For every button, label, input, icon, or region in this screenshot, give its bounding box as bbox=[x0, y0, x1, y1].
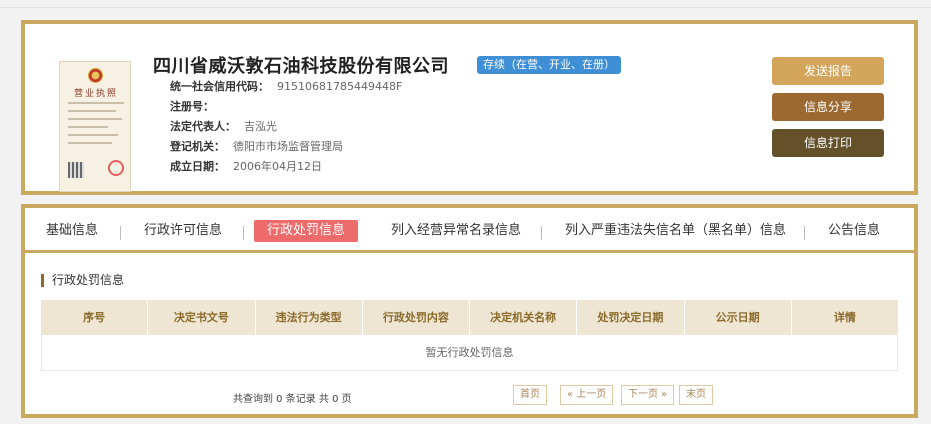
business-license-image[interactable]: 营业执照 bbox=[59, 61, 131, 192]
details-panel: 基础信息 行政许可信息 行政处罚信息 列入经营异常名录信息 列入严重违法失信名单… bbox=[21, 204, 918, 418]
company-name: 四川省威沃敦石油科技股份有限公司 bbox=[153, 56, 449, 77]
tab-admin-license[interactable]: 行政许可信息 bbox=[144, 220, 222, 242]
tab-blacklist[interactable]: 列入严重违法失信名单（黑名单）信息 bbox=[565, 220, 786, 242]
founded-date-value: 2006年04月12日 bbox=[233, 160, 322, 173]
tab-announcements[interactable]: 公告信息 bbox=[828, 220, 880, 242]
authority-value: 德阳市市场监督管理局 bbox=[233, 140, 343, 153]
license-text-line bbox=[68, 110, 116, 112]
column-header: 处罚决定日期 bbox=[577, 300, 685, 335]
authority-label: 登记机关： bbox=[170, 140, 225, 153]
share-info-button[interactable]: 信息分享 bbox=[772, 93, 884, 121]
reg-number-row: 注册号： bbox=[170, 99, 222, 115]
top-divider bbox=[0, 7, 931, 8]
next-page-button[interactable]: 下一页 » bbox=[621, 385, 675, 405]
license-text-line bbox=[68, 142, 112, 144]
tab-bar: 基础信息 行政许可信息 行政处罚信息 列入经营异常名录信息 列入严重违法失信名单… bbox=[25, 208, 914, 253]
last-page-button[interactable]: 末页 bbox=[679, 385, 713, 405]
founded-date-label: 成立日期： bbox=[170, 160, 225, 173]
column-header: 行政处罚内容 bbox=[363, 300, 470, 335]
license-text-line bbox=[68, 126, 108, 128]
column-header: 决定书文号 bbox=[148, 300, 256, 335]
send-report-button[interactable]: 发送报告 bbox=[772, 57, 884, 85]
table-header: 序号 决定书文号 违法行为类型 行政处罚内容 决定机关名称 处罚决定日期 公示日… bbox=[41, 300, 898, 335]
column-header: 详情 bbox=[833, 311, 856, 324]
national-emblem-icon bbox=[88, 68, 103, 83]
legal-rep-label: 法定代表人： bbox=[170, 120, 236, 133]
tab-separator bbox=[120, 226, 121, 240]
column-header: 序号 bbox=[41, 300, 149, 335]
license-text-line bbox=[68, 102, 124, 104]
column-header: 违法行为类型 bbox=[256, 300, 363, 335]
license-text-line bbox=[68, 118, 122, 120]
tab-separator bbox=[541, 226, 542, 240]
legal-rep-row: 法定代表人： 吉泓光 bbox=[170, 119, 277, 135]
authority-row: 登记机关： 德阳市市场监督管理局 bbox=[170, 139, 343, 155]
pagination-summary: 共查询到 0 条记录 共 0 页 bbox=[233, 394, 352, 405]
penalty-table: 序号 决定书文号 违法行为类型 行政处罚内容 决定机关名称 处罚决定日期 公示日… bbox=[41, 300, 898, 371]
first-page-button[interactable]: 首页 bbox=[513, 385, 547, 405]
official-seal-icon bbox=[108, 160, 124, 176]
reg-number-label: 注册号： bbox=[170, 100, 214, 113]
tab-separator bbox=[243, 226, 244, 240]
column-header: 公示日期 bbox=[685, 300, 792, 335]
tab-basic-info[interactable]: 基础信息 bbox=[46, 220, 98, 242]
license-text-line bbox=[68, 134, 118, 136]
license-title: 营业执照 bbox=[73, 89, 118, 99]
company-card: 营业执照 四川省威沃敦石油科技股份有限公司 存续（在营、开业、在册） 统一社会信… bbox=[21, 20, 918, 195]
empty-table-message: 暂无行政处罚信息 bbox=[41, 335, 898, 371]
tab-admin-penalty[interactable]: 行政处罚信息 bbox=[254, 220, 359, 242]
tab-abnormal-operation[interactable]: 列入经营异常名录信息 bbox=[391, 220, 521, 242]
legal-rep-value: 吉泓光 bbox=[244, 120, 277, 133]
column-header: 决定机关名称 bbox=[470, 300, 578, 335]
credit-code-value: 91510681785449448F bbox=[277, 80, 403, 93]
status-badge: 存续（在营、开业、在册） bbox=[477, 56, 621, 74]
qr-code-icon bbox=[68, 162, 84, 178]
tab-separator bbox=[804, 226, 805, 240]
section-title: 行政处罚信息 bbox=[41, 274, 124, 287]
credit-code-label: 统一社会信用代码： bbox=[170, 80, 269, 93]
print-info-button[interactable]: 信息打印 bbox=[772, 129, 884, 157]
credit-code-row: 统一社会信用代码： 91510681785449448F bbox=[170, 79, 402, 95]
prev-page-button[interactable]: « 上一页 bbox=[560, 385, 614, 405]
founded-date-row: 成立日期： 2006年04月12日 bbox=[170, 159, 322, 175]
